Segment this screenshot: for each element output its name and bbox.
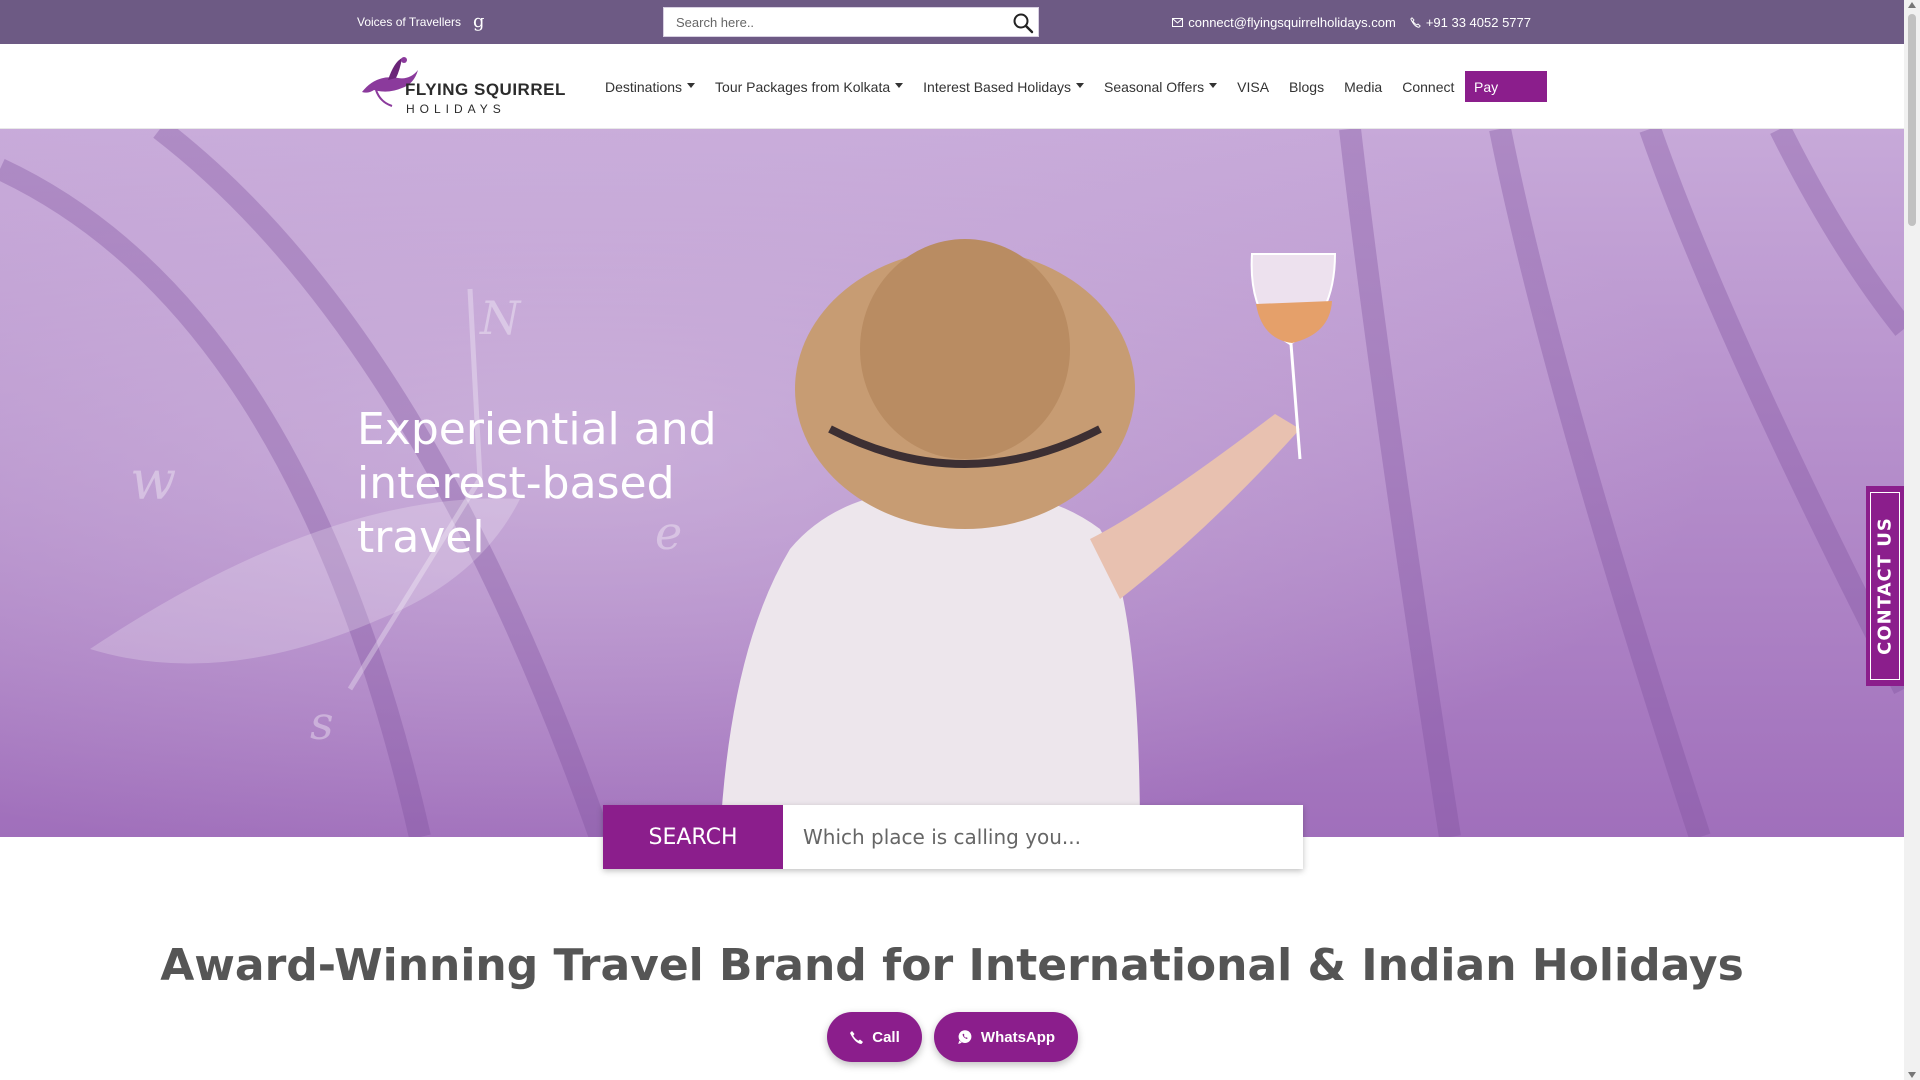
- nav-item-seasonal-offers[interactable]: Seasonal Offers: [1094, 79, 1227, 95]
- email-text: connect@flyingsquirrelholidays.com: [1188, 14, 1396, 30]
- contact-us-border: CONTACT US: [1870, 492, 1900, 680]
- destination-search-bar: SEARCH: [603, 805, 1303, 869]
- phone-icon: [850, 1030, 864, 1044]
- nav-label: Seasonal Offers: [1104, 78, 1205, 95]
- destination-search-input[interactable]: [783, 805, 1303, 869]
- google-reviews-icon: g: [473, 11, 485, 32]
- svg-text:N: N: [479, 291, 522, 345]
- nav-label: Tour Packages from Kolkata: [715, 78, 891, 95]
- call-button[interactable]: Call: [827, 1012, 922, 1062]
- contact-us-tab[interactable]: CONTACT US: [1866, 486, 1904, 686]
- call-label: Call: [872, 1028, 900, 1046]
- svg-text:w: w: [130, 449, 176, 512]
- scrollbar-thumb[interactable]: [1908, 14, 1916, 226]
- nav-item-tour-packages[interactable]: Tour Packages from Kolkata: [705, 79, 913, 95]
- mail-icon: [1172, 17, 1184, 27]
- phone-link[interactable]: +91 33 4052 5777: [1410, 15, 1531, 30]
- top-bar: Voices of Travellers g connect@flyingsqu…: [0, 0, 1904, 44]
- nav-menu: Destinations Tour Packages from Kolkata …: [595, 44, 1464, 129]
- nav-item-destinations[interactable]: Destinations: [595, 79, 705, 95]
- phone-icon: [1410, 16, 1421, 28]
- svg-text:s: s: [310, 696, 334, 750]
- logo-sub-text: HOLIDAYS: [406, 102, 506, 116]
- email-link[interactable]: connect@flyingsquirrelholidays.com: [1172, 15, 1396, 30]
- whatsapp-button[interactable]: WhatsApp: [934, 1012, 1078, 1062]
- scroll-down-arrow-icon[interactable]: [1908, 1072, 1916, 1078]
- nav-label: Connect: [1402, 78, 1455, 95]
- nav-item-connect[interactable]: Connect: [1392, 79, 1464, 95]
- page-scrollbar[interactable]: [1904, 0, 1920, 1080]
- search-icon[interactable]: [1012, 12, 1034, 34]
- pay-button[interactable]: Pay: [1465, 71, 1547, 102]
- contact-info: connect@flyingsquirrelholidays.com +91 3…: [1172, 0, 1531, 44]
- contact-us-label: CONTACT US: [1874, 517, 1896, 655]
- voices-label: Voices of Travellers: [357, 15, 462, 29]
- site-logo[interactable]: FLYING SQUIRREL HOLIDAYS: [358, 50, 570, 124]
- caret-down-icon: [687, 83, 696, 88]
- search-button[interactable]: SEARCH: [603, 805, 783, 869]
- top-search-input[interactable]: [664, 9, 994, 35]
- caret-down-icon: [895, 83, 904, 88]
- nav-label: Blogs: [1289, 78, 1325, 95]
- award-heading: Award-Winning Travel Brand for Internati…: [160, 940, 1744, 991]
- nav-item-blogs[interactable]: Blogs: [1279, 79, 1334, 95]
- hero-title: Experiential and interest-based travel: [357, 404, 717, 563]
- nav-label: Destinations: [605, 78, 683, 95]
- hero-banner: N w e s Experiential and interest-based …: [0, 129, 1904, 837]
- top-search-box: [663, 7, 1039, 37]
- scroll-up-arrow-icon[interactable]: [1908, 2, 1916, 8]
- whatsapp-label: WhatsApp: [980, 1028, 1056, 1046]
- logo-brand-text: FLYING SQUIRREL: [405, 80, 566, 99]
- nav-label: VISA: [1237, 78, 1270, 95]
- caret-down-icon: [1209, 83, 1218, 88]
- nav-label: Media: [1344, 78, 1383, 95]
- nav-item-media[interactable]: Media: [1334, 79, 1392, 95]
- whatsapp-icon: [958, 1030, 972, 1044]
- caret-down-icon: [1076, 83, 1084, 88]
- voices-of-travellers-link[interactable]: Voices of Travellers g: [357, 0, 485, 44]
- nav-item-visa[interactable]: VISA: [1227, 79, 1279, 95]
- phone-text: +91 33 4052 5777: [1425, 14, 1531, 30]
- nav-label: Interest Based Holidays: [923, 78, 1071, 95]
- main-navbar: FLYING SQUIRREL HOLIDAYS Destinations To…: [0, 44, 1904, 129]
- nav-item-interest-based[interactable]: Interest Based Holidays: [913, 79, 1094, 95]
- hero-background-image: N w e s: [0, 129, 1904, 837]
